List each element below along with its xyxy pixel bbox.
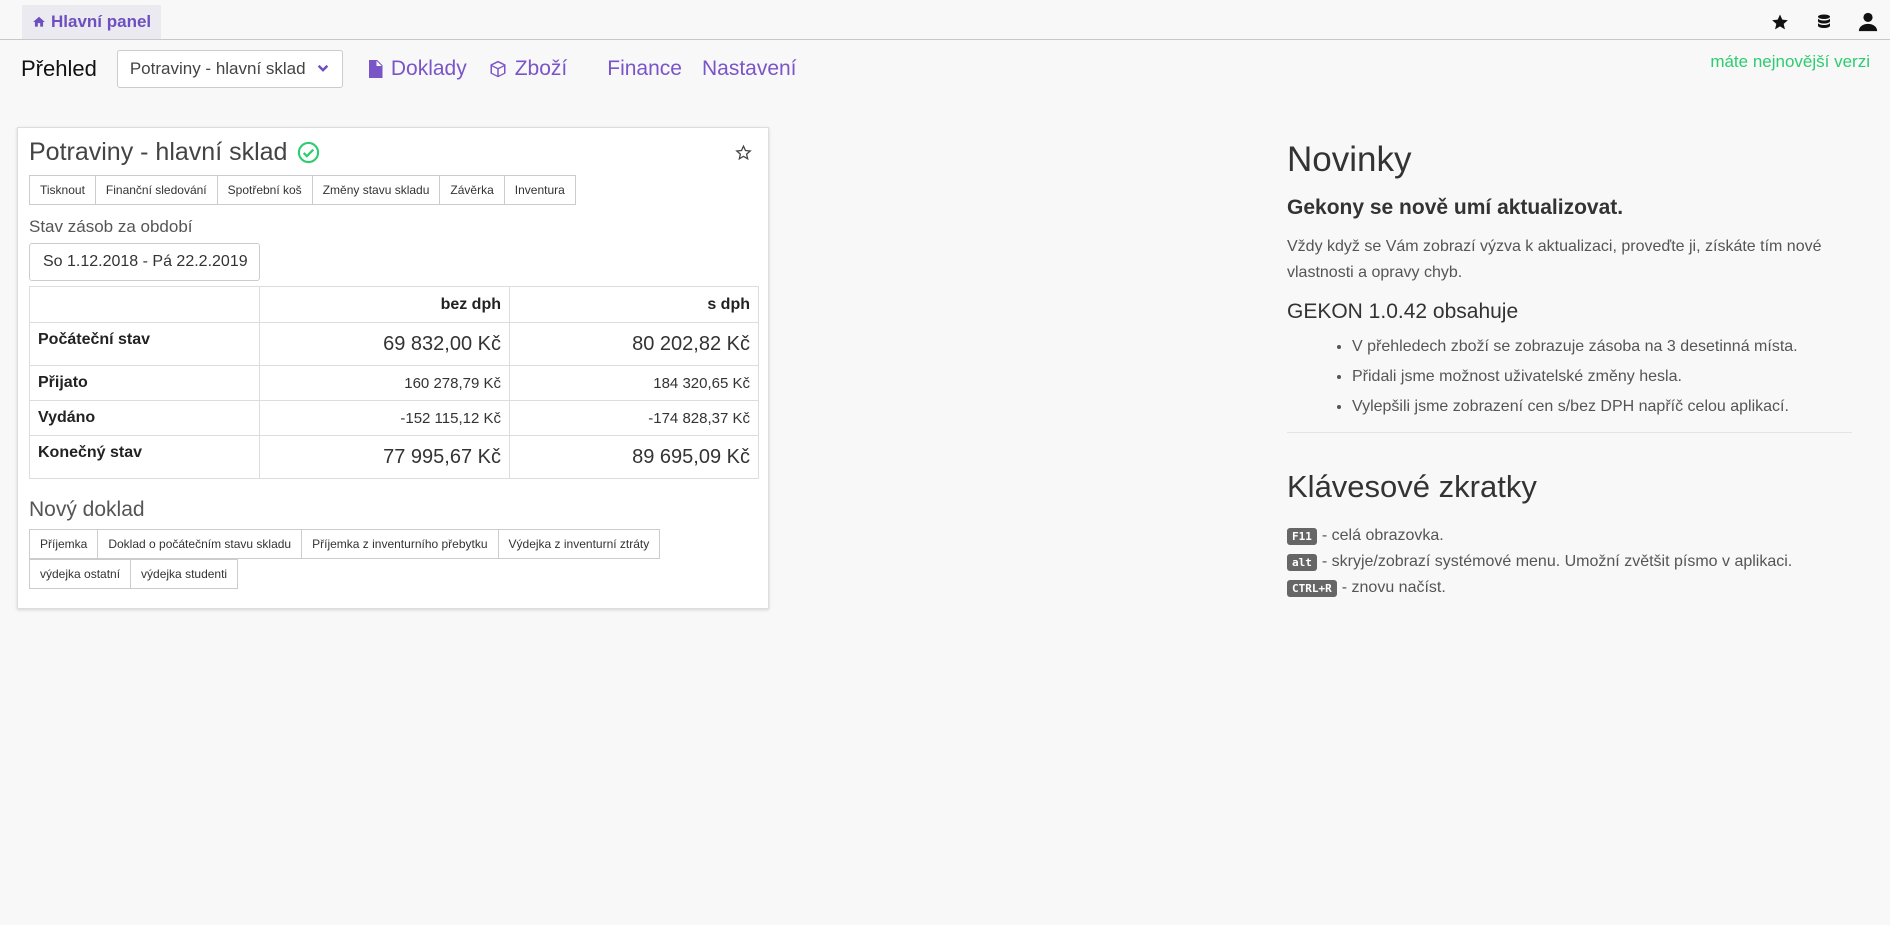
database-icon[interactable] [1812,10,1836,34]
tab-strip: Hlavní panel [0,0,1890,40]
stock-changes-button[interactable]: Změny stavu skladu [311,175,441,205]
value-net: 69 832,00 Kč [259,322,510,366]
nav-link-zbozi[interactable]: Zboží [489,57,568,81]
home-icon [33,16,45,27]
chevron-down-icon [317,64,329,72]
warehouse-select-value: Potraviny - hlavní sklad [129,59,306,78]
key-badge: alt [1287,553,1317,571]
list-item: Vylepšili jsme zobrazení cen s/bez DPH n… [1352,396,1852,418]
new-document-buttons-row2: výdejka ostatní výdejka studenti [29,559,239,589]
document-icon [368,60,383,78]
inventory-button[interactable]: Inventura [503,175,576,205]
issue-students-button[interactable]: výdejka studenti [130,559,239,589]
star-icon[interactable] [1768,10,1792,34]
warehouse-select[interactable]: Potraviny - hlavní sklad [116,50,343,88]
table-header: bez dph [259,286,510,323]
main-nav: Přehled Potraviny - hlavní sklad Doklady… [21,50,797,88]
new-document-label: Nový doklad [29,498,145,521]
row-label: Přijato [29,365,260,401]
key-badge: F11 [1287,527,1317,545]
news-heading: Novinky [1287,140,1412,179]
news-subheading: Gekony se nově umí aktualizovat. [1287,196,1624,219]
issue-other-button[interactable]: výdejka ostatní [29,559,132,589]
value-net: -152 115,12 Kč [259,400,510,436]
nav-link-finance[interactable]: Finance [607,57,682,81]
news-paragraph: Vždy když se Vám zobrazí výzva k aktuali… [1287,238,1822,281]
table-row: Konečný stav 77 995,67 Kč 89 695,09 Kč [29,435,759,479]
check-circle-icon [298,141,320,164]
table-row: Počáteční stav 69 832,00 Kč 80 202,82 Kč [29,322,759,366]
warehouse-title-text: Potraviny - hlavní sklad [29,138,288,166]
table-row: Přijato 160 278,79 Kč 184 320,65 Kč [29,365,759,401]
warehouse-actions: Tisknout Finanční sledování Spotřební ko… [29,175,576,205]
box-icon [490,60,506,78]
row-label: Vydáno [29,400,260,436]
nav-link-doklady[interactable]: Doklady [367,57,467,81]
nav-link-label: Nastavení [701,57,797,80]
print-button[interactable]: Tisknout [29,175,96,205]
shortcuts-list: F11 - celá obrazovka. alt - skryje/zobra… [1287,523,1852,601]
value-net: 77 995,67 Kč [259,435,510,479]
table-header-row: bez dph s dph [29,286,759,323]
list-item: V přehledech zboží se zobrazuje zásoba n… [1352,336,1852,358]
value-gross: 80 202,82 Kč [509,322,759,366]
version-heading: GEKON 1.0.42 obsahuje [1287,300,1519,323]
new-document-buttons: Příjemka Doklad o počátečním stavu sklad… [29,529,729,559]
shortcut-item: alt - skryje/zobrazí systémové menu. Umo… [1287,549,1852,575]
row-label: Konečný stav [29,435,260,479]
key-badge: CTRL+R [1287,579,1337,597]
value-gross: 184 320,65 Kč [509,365,759,401]
period-label: Stav zásob za období [29,217,193,236]
inventory-surplus-receipt-button[interactable]: Příjemka z inventurního přebytku [301,529,499,559]
inventory-loss-issue-button[interactable]: Výdejka z inventurní ztráty [497,529,661,559]
shortcut-item: CTRL+R - znovu načíst. [1287,575,1852,601]
shortcut-desc: - znovu načíst. [1341,579,1446,596]
date-range-picker[interactable]: So 1.12.2018 - Pá 22.2.2019 [29,243,260,281]
financial-tracking-button[interactable]: Finanční sledování [94,175,218,205]
list-item: Přidali jsme možnost uživatelské změny h… [1352,366,1852,388]
table-row: Vydáno -152 115,12 Kč -174 828,37 Kč [29,400,759,436]
closing-button[interactable]: Závěrka [439,175,505,205]
shortcut-desc: - celá obrazovka. [1321,527,1444,544]
nav-link-label: Finance [607,57,682,80]
favorite-star-icon[interactable] [735,144,752,166]
changelog-list: V přehledech zboží se zobrazuje zásoba n… [1287,336,1852,418]
table-header [29,286,260,323]
opening-stock-doc-button[interactable]: Doklad o počátečním stavu skladu [97,529,303,559]
news-panel: Novinky Gekony se nově umí aktualizovat.… [1287,140,1852,601]
value-gross: -174 828,37 Kč [509,400,759,436]
value-net: 160 278,79 Kč [259,365,510,401]
version-status: máte nejnovější verzi [1710,52,1870,71]
row-label: Počáteční stav [29,322,260,366]
value-gross: 89 695,09 Kč [509,435,759,479]
warehouse-card: Potraviny - hlavní sklad Tisknout Finanč… [17,127,769,609]
receipt-button[interactable]: Příjemka [29,529,99,559]
divider [1287,432,1852,433]
tab-home-label: Hlavní panel [51,12,152,31]
nav-link-nastaveni[interactable]: Nastavení [702,57,797,81]
user-icon[interactable] [1856,10,1880,34]
page-title: Přehled [21,56,97,81]
tab-home[interactable]: Hlavní panel [22,5,162,39]
nav-link-label: Zboží [514,57,568,80]
consumption-basket-button[interactable]: Spotřební koš [216,175,313,205]
shortcut-item: F11 - celá obrazovka. [1287,523,1852,549]
stock-table: bez dph s dph Počáteční stav 69 832,00 K… [29,286,759,479]
nav-link-label: Doklady [390,57,467,80]
table-header: s dph [509,286,759,323]
warehouse-title: Potraviny - hlavní sklad [29,138,320,167]
shortcuts-heading: Klávesové zkratky [1287,469,1537,504]
shortcut-desc: - skryje/zobrazí systémové menu. Umožní … [1321,553,1793,570]
